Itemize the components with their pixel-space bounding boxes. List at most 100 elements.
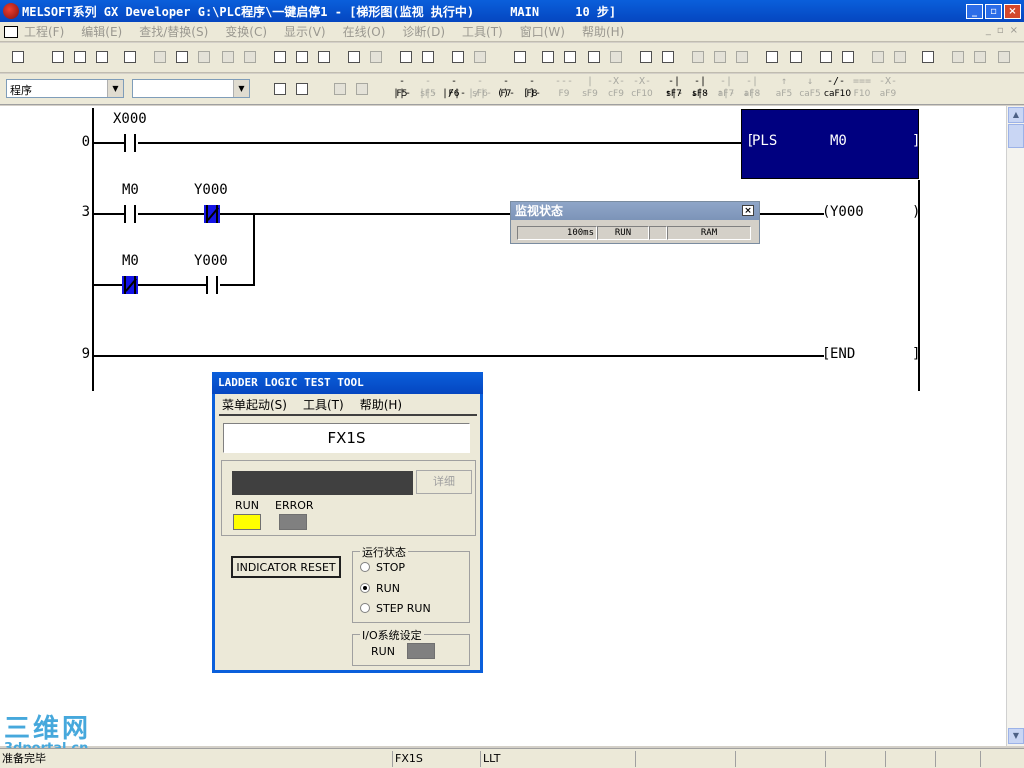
help-search-icon[interactable] <box>918 47 938 67</box>
fkey-line-input[interactable]: === F10 <box>850 76 874 102</box>
comment-icon[interactable] <box>636 47 656 67</box>
ladder-view-icon[interactable] <box>510 47 530 67</box>
write-mode-icon[interactable] <box>606 47 626 67</box>
menu-help[interactable]: 帮助(H) <box>582 23 624 40</box>
device-batch-icon[interactable] <box>762 47 782 67</box>
close-button[interactable]: × <box>1004 3 1021 19</box>
pls-instruction-block[interactable]: [ PLS M0 ] <box>741 109 920 179</box>
vertical-scrollbar[interactable]: ▲ ▼ <box>1006 106 1024 746</box>
list-view-icon[interactable] <box>538 47 558 67</box>
radio-circle[interactable] <box>360 562 370 572</box>
fkey-parallel-rising-pulse[interactable]: -|↑|- aF7 <box>714 76 738 102</box>
contact-m0-nc[interactable] <box>122 276 138 294</box>
fkey-delete-vertical[interactable]: -X-cF10 <box>630 76 654 102</box>
document-icon[interactable] <box>4 25 18 38</box>
redo-icon[interactable] <box>240 47 260 67</box>
ladder-editor[interactable] <box>0 106 1006 746</box>
save-icon[interactable] <box>92 47 112 67</box>
menu-find-replace[interactable]: 查找/替换(S) <box>139 23 208 40</box>
fkey-parallel-falling-pulse[interactable]: -|↓|- aF8 <box>740 76 764 102</box>
sfc-branch-icon[interactable] <box>948 47 968 67</box>
print-icon[interactable] <box>120 47 140 67</box>
copy-icon[interactable] <box>172 47 192 67</box>
llt-menu-tools[interactable]: 工具(T) <box>303 394 344 414</box>
project-data-list-icon[interactable] <box>8 47 28 67</box>
open-folder-icon[interactable] <box>70 47 90 67</box>
monitor-status-titlebar[interactable]: 监视状态 × <box>511 202 759 220</box>
comment-display-icon[interactable] <box>270 79 290 99</box>
sfc-end-icon[interactable] <box>890 47 910 67</box>
fkey-delete-horizontal[interactable]: -X-cF9 <box>604 76 628 102</box>
fkey-operation-falling[interactable]: ↓ caF5 <box>798 76 822 102</box>
menu-project[interactable]: 工程(F) <box>24 23 64 40</box>
zoom-out-icon[interactable] <box>418 47 438 67</box>
sfc-merge-icon[interactable] <box>994 47 1014 67</box>
contact-y000-nc[interactable] <box>204 205 220 223</box>
device-search-icon[interactable] <box>584 47 604 67</box>
paste-icon[interactable] <box>194 47 214 67</box>
menu-diagnostics[interactable]: 诊断(D) <box>402 23 445 40</box>
llt-menu-help[interactable]: 帮助(H) <box>360 394 402 414</box>
mdi-minimize-button[interactable]: _ <box>986 25 991 36</box>
mdi-restore-button[interactable]: ▫ <box>997 25 1004 36</box>
ladder-test-icon[interactable] <box>658 47 678 67</box>
fkey-coil[interactable]: -()- F7 <box>494 76 518 102</box>
convert-icon[interactable] <box>688 47 708 67</box>
convert-online-icon[interactable] <box>732 47 752 67</box>
radio-circle-selected[interactable] <box>360 583 370 593</box>
scroll-up-icon[interactable]: ▲ <box>1008 107 1024 123</box>
sfc-jump-icon[interactable] <box>868 47 888 67</box>
read-plc-icon[interactable] <box>366 47 386 67</box>
monitor-mode-icon[interactable] <box>560 47 580 67</box>
coil-y000[interactable]: Y000 <box>830 204 864 220</box>
fkey-instruction[interactable]: -[]- F8 <box>520 76 544 102</box>
write-plc-icon[interactable] <box>344 47 364 67</box>
fkey-vertical-line[interactable]: | sF9 <box>578 76 602 102</box>
llt-title[interactable]: LADDER LOGIC TEST TOOL <box>212 372 483 394</box>
minimize-button[interactable]: _ <box>966 3 983 19</box>
detail-button[interactable]: 详细 <box>416 470 472 494</box>
end-instruction[interactable]: END <box>830 346 855 362</box>
contact-y000-no[interactable] <box>204 276 220 294</box>
fkey-nc-contact[interactable]: -|/|- F6 <box>442 76 466 102</box>
scroll-down-icon[interactable]: ▼ <box>1008 728 1024 744</box>
maximize-button[interactable]: ▫ <box>985 3 1002 19</box>
fkey-horizontal-line[interactable]: --- F9 <box>552 76 576 102</box>
chevron-down-icon[interactable]: ▼ <box>107 80 123 97</box>
menu-convert[interactable]: 变换(C) <box>225 23 267 40</box>
zoom-in-icon[interactable] <box>396 47 416 67</box>
fkey-invert[interactable]: -/- caF10 <box>824 76 851 102</box>
menu-window[interactable]: 窗口(W) <box>520 23 565 40</box>
sfc-parallel-icon[interactable] <box>970 47 990 67</box>
chevron-down-icon[interactable]: ▼ <box>233 80 249 97</box>
close-icon[interactable]: × <box>742 205 754 216</box>
radio-run[interactable]: RUN <box>360 582 400 595</box>
ladder-logic-test-window[interactable]: LADDER LOGIC TEST TOOL 菜单起动(S) 工具(T) 帮助(… <box>212 372 483 673</box>
convert-all-icon[interactable] <box>710 47 730 67</box>
entry-data-monitor-icon[interactable] <box>786 47 806 67</box>
sfc-transition-icon[interactable] <box>838 47 858 67</box>
menu-online[interactable]: 在线(O) <box>343 23 386 40</box>
secondary-select[interactable]: ▼ <box>132 79 250 98</box>
monitor-status-window[interactable]: 监视状态 × 100ms RUN RAM <box>510 201 760 244</box>
undo-icon[interactable] <box>218 47 238 67</box>
fkey-line-delete[interactable]: -X-aF9 <box>876 76 900 102</box>
indicator-reset-button[interactable]: INDICATOR RESET <box>231 556 341 578</box>
program-select[interactable]: 程序 ▼ <box>6 79 124 98</box>
monitor-stop-icon[interactable] <box>470 47 490 67</box>
fkey-operation-rising[interactable]: ↑ aF5 <box>772 76 796 102</box>
radio-stop[interactable]: STOP <box>360 561 405 574</box>
device-display-icon[interactable] <box>292 79 312 99</box>
menu-edit[interactable]: 编辑(E) <box>81 23 122 40</box>
monitor-icon[interactable] <box>448 47 468 67</box>
title-bar[interactable]: MELSOFT系列 GX Developer G:\PLC程序\一键启停1 - … <box>0 0 1024 22</box>
find-step-icon[interactable] <box>314 47 334 67</box>
fkey-parallel-nc-contact[interactable]: -|/|- sF6 <box>468 76 492 102</box>
contact-m0-no[interactable] <box>122 205 138 223</box>
fkey-falling-pulse[interactable]: -|↓|- sF8 <box>688 76 712 102</box>
find-device-icon[interactable] <box>270 47 290 67</box>
fkey-no-contact[interactable]: -||- F5 <box>390 76 414 102</box>
statement-icon[interactable] <box>330 79 350 99</box>
find-instruction-icon[interactable] <box>292 47 312 67</box>
llt-menu-start[interactable]: 菜单起动(S) <box>222 394 287 414</box>
